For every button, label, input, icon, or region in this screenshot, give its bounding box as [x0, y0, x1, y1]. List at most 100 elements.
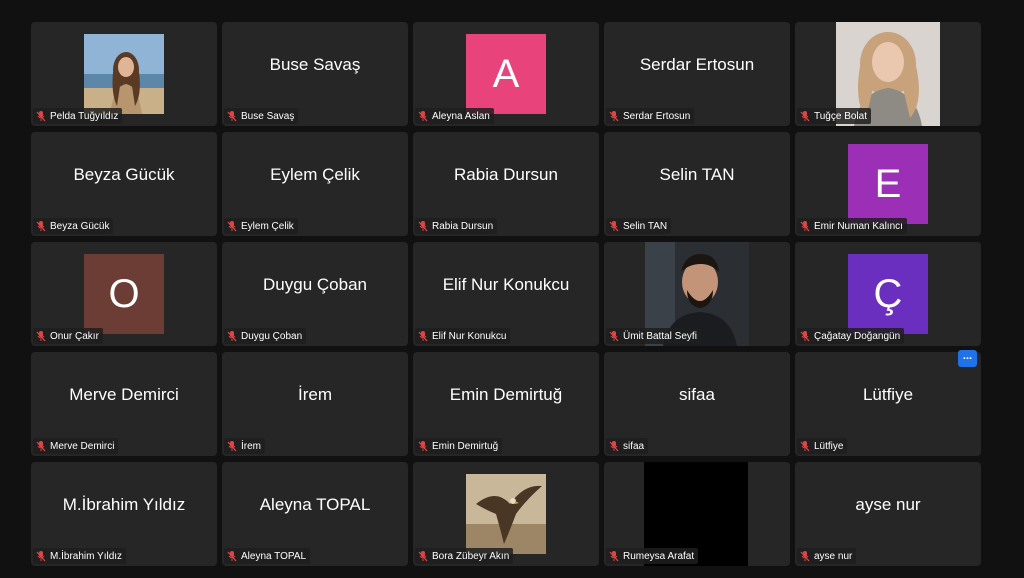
participant-display-name: Rabia Dursun — [454, 165, 558, 184]
participant-photo — [84, 34, 164, 114]
participant-tile[interactable]: Pelda Tuğyıldız — [31, 22, 217, 126]
participant-name: Merve Demirci — [50, 440, 115, 452]
participant-name-label: Bora Zübeyr Akın — [415, 548, 514, 564]
muted-mic-icon — [609, 111, 619, 122]
participant-tile[interactable]: ... Lütfiye Lütfiye — [795, 350, 981, 456]
participant-name-label: Çağatay Doğangün — [797, 328, 905, 344]
participant-name: Buse Savaş — [241, 110, 295, 122]
participant-tile[interactable]: Elif Nur Konukcu Elif Nur Konukcu — [413, 242, 599, 346]
participant-name-label: M.İbrahim Yıldız — [33, 548, 127, 564]
participant-name-label: Lütfiye — [797, 438, 848, 454]
participant-tile[interactable]: O Onur Çakır — [31, 242, 217, 346]
muted-mic-icon — [227, 331, 237, 342]
participant-tile[interactable]: Merve Demirci Merve Demirci — [31, 352, 217, 456]
muted-mic-icon — [609, 221, 619, 232]
participant-tile[interactable]: Selin TAN Selin TAN — [604, 132, 790, 236]
participant-avatar: E — [848, 144, 928, 224]
participant-tile[interactable]: Beyza Gücük Beyza Gücük — [31, 132, 217, 236]
participant-name-label: Buse Savaş — [224, 108, 299, 124]
participant-name-label: Tuğçe Bolat — [797, 108, 871, 124]
muted-mic-icon — [418, 221, 428, 232]
participant-tile[interactable]: İrem İrem — [222, 352, 408, 456]
muted-mic-icon — [800, 221, 810, 232]
participant-display-name: Serdar Ertosun — [639, 55, 755, 74]
participant-name: Emir Numan Kalıncı — [814, 220, 903, 232]
participant-name-label: Pelda Tuğyıldız — [33, 108, 123, 124]
participant-name-label: Eylem Çelik — [224, 218, 298, 234]
participant-tile[interactable]: Tuğçe Bolat — [795, 22, 981, 126]
participant-tile[interactable]: A Aleyna Aslan — [413, 22, 599, 126]
participant-name-label: Rumeysa Arafat — [606, 548, 699, 564]
participant-tile[interactable]: Buse Savaş Buse Savaş — [222, 22, 408, 126]
participant-display-name: Selin TAN — [659, 165, 735, 184]
participant-tile[interactable]: Ümit Battal Seyfi — [604, 242, 790, 346]
participant-name: Emin Demirtuğ — [432, 440, 499, 452]
participant-tile[interactable]: Bora Zübeyr Akın — [413, 462, 599, 566]
participant-name-label: Serdar Ertosun — [606, 108, 695, 124]
muted-mic-icon — [36, 441, 46, 452]
muted-mic-icon — [418, 331, 428, 342]
participant-name: Rabia Dursun — [432, 220, 494, 232]
participant-name: M.İbrahim Yıldız — [50, 550, 123, 562]
participant-display-name: Beyza Gücük — [73, 165, 175, 184]
participant-display-name: Emin Demirtuğ — [449, 385, 563, 404]
participant-display-name: İrem — [298, 385, 332, 404]
muted-mic-icon — [418, 551, 428, 562]
muted-mic-icon — [800, 551, 810, 562]
participant-name-label: Merve Demirci — [33, 438, 119, 454]
muted-mic-icon — [227, 441, 237, 452]
participant-name: Tuğçe Bolat — [814, 110, 867, 122]
participant-display-name: Elif Nur Konukcu — [442, 275, 570, 294]
participant-tile[interactable]: Duygu Çoban Duygu Çoban — [222, 242, 408, 346]
eagle-image — [466, 474, 546, 554]
participant-name: Pelda Tuğyıldız — [50, 110, 119, 122]
participant-tile[interactable]: Rabia Dursun Rabia Dursun — [413, 132, 599, 236]
participant-photo — [466, 474, 546, 554]
participant-tile[interactable]: ayse nur ayse nur — [795, 462, 981, 566]
participant-name: sifaa — [623, 440, 645, 452]
muted-mic-icon — [609, 551, 619, 562]
participant-tile[interactable]: M.İbrahim Yıldız M.İbrahim Yıldız — [31, 462, 217, 566]
participant-tile[interactable]: Serdar Ertosun Serdar Ertosun — [604, 22, 790, 126]
participant-name: ayse nur — [814, 550, 853, 562]
participant-name: Elif Nur Konukcu — [432, 330, 507, 342]
participant-name: Çağatay Doğangün — [814, 330, 901, 342]
participant-display-name: Aleyna TOPAL — [259, 495, 371, 514]
muted-mic-icon — [800, 111, 810, 122]
participant-display-name: Duygu Çoban — [263, 275, 367, 294]
participant-name-label: Ümit Battal Seyfi — [606, 328, 701, 344]
muted-mic-icon — [609, 331, 619, 342]
participant-name: Aleyna TOPAL — [241, 550, 307, 562]
muted-mic-icon — [800, 331, 810, 342]
participant-tile[interactable]: sifaa sifaa — [604, 352, 790, 456]
participant-name: Lütfiye — [814, 440, 844, 452]
participant-tile[interactable]: E Emir Numan Kalıncı — [795, 132, 981, 236]
participant-display-name: M.İbrahim Yıldız — [62, 495, 186, 514]
participant-tile[interactable]: Rumeysa Arafat — [604, 462, 790, 566]
participant-name: Duygu Çoban — [241, 330, 303, 342]
participant-display-name: ayse nur — [855, 495, 921, 514]
muted-mic-icon — [36, 221, 46, 232]
participant-tile[interactable]: Ç Çağatay Doğangün — [795, 242, 981, 346]
participant-tile[interactable]: Eylem Çelik Eylem Çelik — [222, 132, 408, 236]
muted-mic-icon — [609, 441, 619, 452]
participant-name: Onur Çakır — [50, 330, 99, 342]
participant-avatar: Ç — [848, 254, 928, 334]
participant-display-name: Merve Demirci — [69, 385, 179, 404]
participant-grid: Pelda Tuğyıldız Buse Savaş Buse Savaş A … — [31, 22, 981, 566]
muted-mic-icon — [227, 111, 237, 122]
participant-name: Selin TAN — [623, 220, 668, 232]
participant-name-label: Emir Numan Kalıncı — [797, 218, 907, 234]
participant-display-name: Eylem Çelik — [270, 165, 360, 184]
participant-name: Serdar Ertosun — [623, 110, 691, 122]
participant-name-label: Beyza Gücük — [33, 218, 114, 234]
muted-mic-icon — [418, 111, 428, 122]
participant-name-label: Duygu Çoban — [224, 328, 307, 344]
participant-avatar: O — [84, 254, 164, 334]
participant-name-label: Rabia Dursun — [415, 218, 498, 234]
participant-tile[interactable]: Emin Demirtuğ Emin Demirtuğ — [413, 352, 599, 456]
muted-mic-icon — [418, 441, 428, 452]
participant-tile[interactable]: Aleyna TOPAL Aleyna TOPAL — [222, 462, 408, 566]
participant-name: Rumeysa Arafat — [623, 550, 695, 562]
participant-name: Eylem Çelik — [241, 220, 294, 232]
